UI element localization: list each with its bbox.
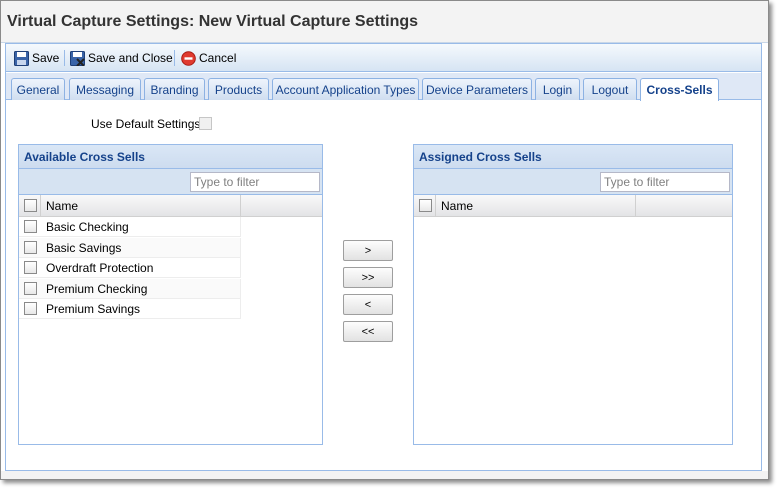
- assigned-name-column[interactable]: Name: [436, 195, 636, 216]
- save-button[interactable]: Save: [14, 48, 59, 68]
- remove-selected-button[interactable]: <: [343, 294, 393, 315]
- tab-messaging[interactable]: Messaging: [69, 78, 141, 100]
- row-checkbox[interactable]: [24, 241, 37, 254]
- floppy-disk-icon: [14, 50, 29, 66]
- cancel-label: Cancel: [199, 51, 237, 65]
- available-cross-sells-panel: Available Cross Sells Name Basic Checkin…: [18, 144, 323, 445]
- tab-strip: General Messaging Branding Products Acco…: [6, 73, 761, 101]
- row-checkbox[interactable]: [24, 302, 37, 315]
- window-title: Virtual Capture Settings: New Virtual Ca…: [7, 13, 419, 30]
- row-label: Basic Savings: [46, 241, 122, 255]
- tab-login[interactable]: Login: [535, 78, 580, 100]
- toolbar-separator: [174, 50, 175, 66]
- tab-account-application-types[interactable]: Account Application Types: [272, 78, 419, 100]
- tab-products[interactable]: Products: [208, 78, 269, 100]
- available-cross-sells-title: Available Cross Sells: [19, 145, 322, 169]
- save-close-icon: [70, 50, 85, 67]
- tab-cross-sells[interactable]: Cross-Sells: [640, 78, 719, 101]
- assigned-header-checkbox-cell: [414, 195, 436, 216]
- window-footer: [1, 471, 768, 479]
- available-select-all-checkbox[interactable]: [24, 199, 37, 212]
- table-row[interactable]: Overdraft Protection: [19, 258, 241, 278]
- available-filter-bar: [19, 169, 322, 195]
- row-label: Overdraft Protection: [46, 261, 154, 275]
- tab-branding[interactable]: Branding: [144, 78, 205, 100]
- remove-all-button[interactable]: <<: [343, 321, 393, 342]
- assigned-cross-sells-title: Assigned Cross Sells: [414, 145, 732, 169]
- save-and-close-label: Save and Close: [88, 51, 173, 65]
- table-row[interactable]: Premium Savings: [19, 299, 241, 319]
- row-checkbox[interactable]: [24, 261, 37, 274]
- cancel-icon: [181, 50, 196, 66]
- row-checkbox[interactable]: [24, 282, 37, 295]
- save-label: Save: [32, 51, 60, 65]
- table-row[interactable]: Premium Checking: [19, 279, 241, 299]
- cross-sells-tab-body: Use Default Settings: Available Cross Se…: [6, 101, 761, 470]
- tab-logout[interactable]: Logout: [583, 78, 637, 100]
- main-panel: Save Save and Close Cancel General Messa…: [5, 43, 762, 471]
- assigned-select-all-checkbox[interactable]: [419, 199, 432, 212]
- cancel-button[interactable]: Cancel: [181, 48, 236, 68]
- assigned-column-header: Name: [414, 195, 732, 217]
- toolbar-separator: [64, 50, 65, 66]
- assigned-cross-sells-panel: Assigned Cross Sells Name: [413, 144, 733, 445]
- available-header-checkbox-cell: [19, 195, 41, 216]
- available-name-column[interactable]: Name: [41, 195, 241, 216]
- add-all-button[interactable]: >>: [343, 267, 393, 288]
- row-checkbox[interactable]: [24, 220, 37, 233]
- tab-general[interactable]: General: [11, 78, 65, 100]
- tab-device-parameters[interactable]: Device Parameters: [422, 78, 532, 100]
- assigned-filter-input[interactable]: [600, 172, 730, 192]
- table-row[interactable]: Basic Checking: [19, 217, 241, 237]
- save-and-close-button[interactable]: Save and Close: [70, 48, 173, 68]
- use-default-settings-checkbox[interactable]: [199, 117, 212, 130]
- add-selected-button[interactable]: >: [343, 240, 393, 261]
- available-column-header: Name: [19, 195, 322, 217]
- row-label: Basic Checking: [46, 220, 129, 234]
- assigned-filter-bar: [414, 169, 732, 195]
- use-default-settings-label: Use Default Settings:: [91, 117, 204, 131]
- settings-window: Virtual Capture Settings: New Virtual Ca…: [0, 0, 769, 480]
- title-bar: Virtual Capture Settings: New Virtual Ca…: [1, 1, 768, 43]
- table-row[interactable]: Basic Savings: [19, 238, 241, 258]
- toolbar: Save Save and Close Cancel: [6, 44, 761, 72]
- row-label: Premium Checking: [46, 282, 148, 296]
- available-filter-input[interactable]: [190, 172, 320, 192]
- row-label: Premium Savings: [46, 302, 141, 316]
